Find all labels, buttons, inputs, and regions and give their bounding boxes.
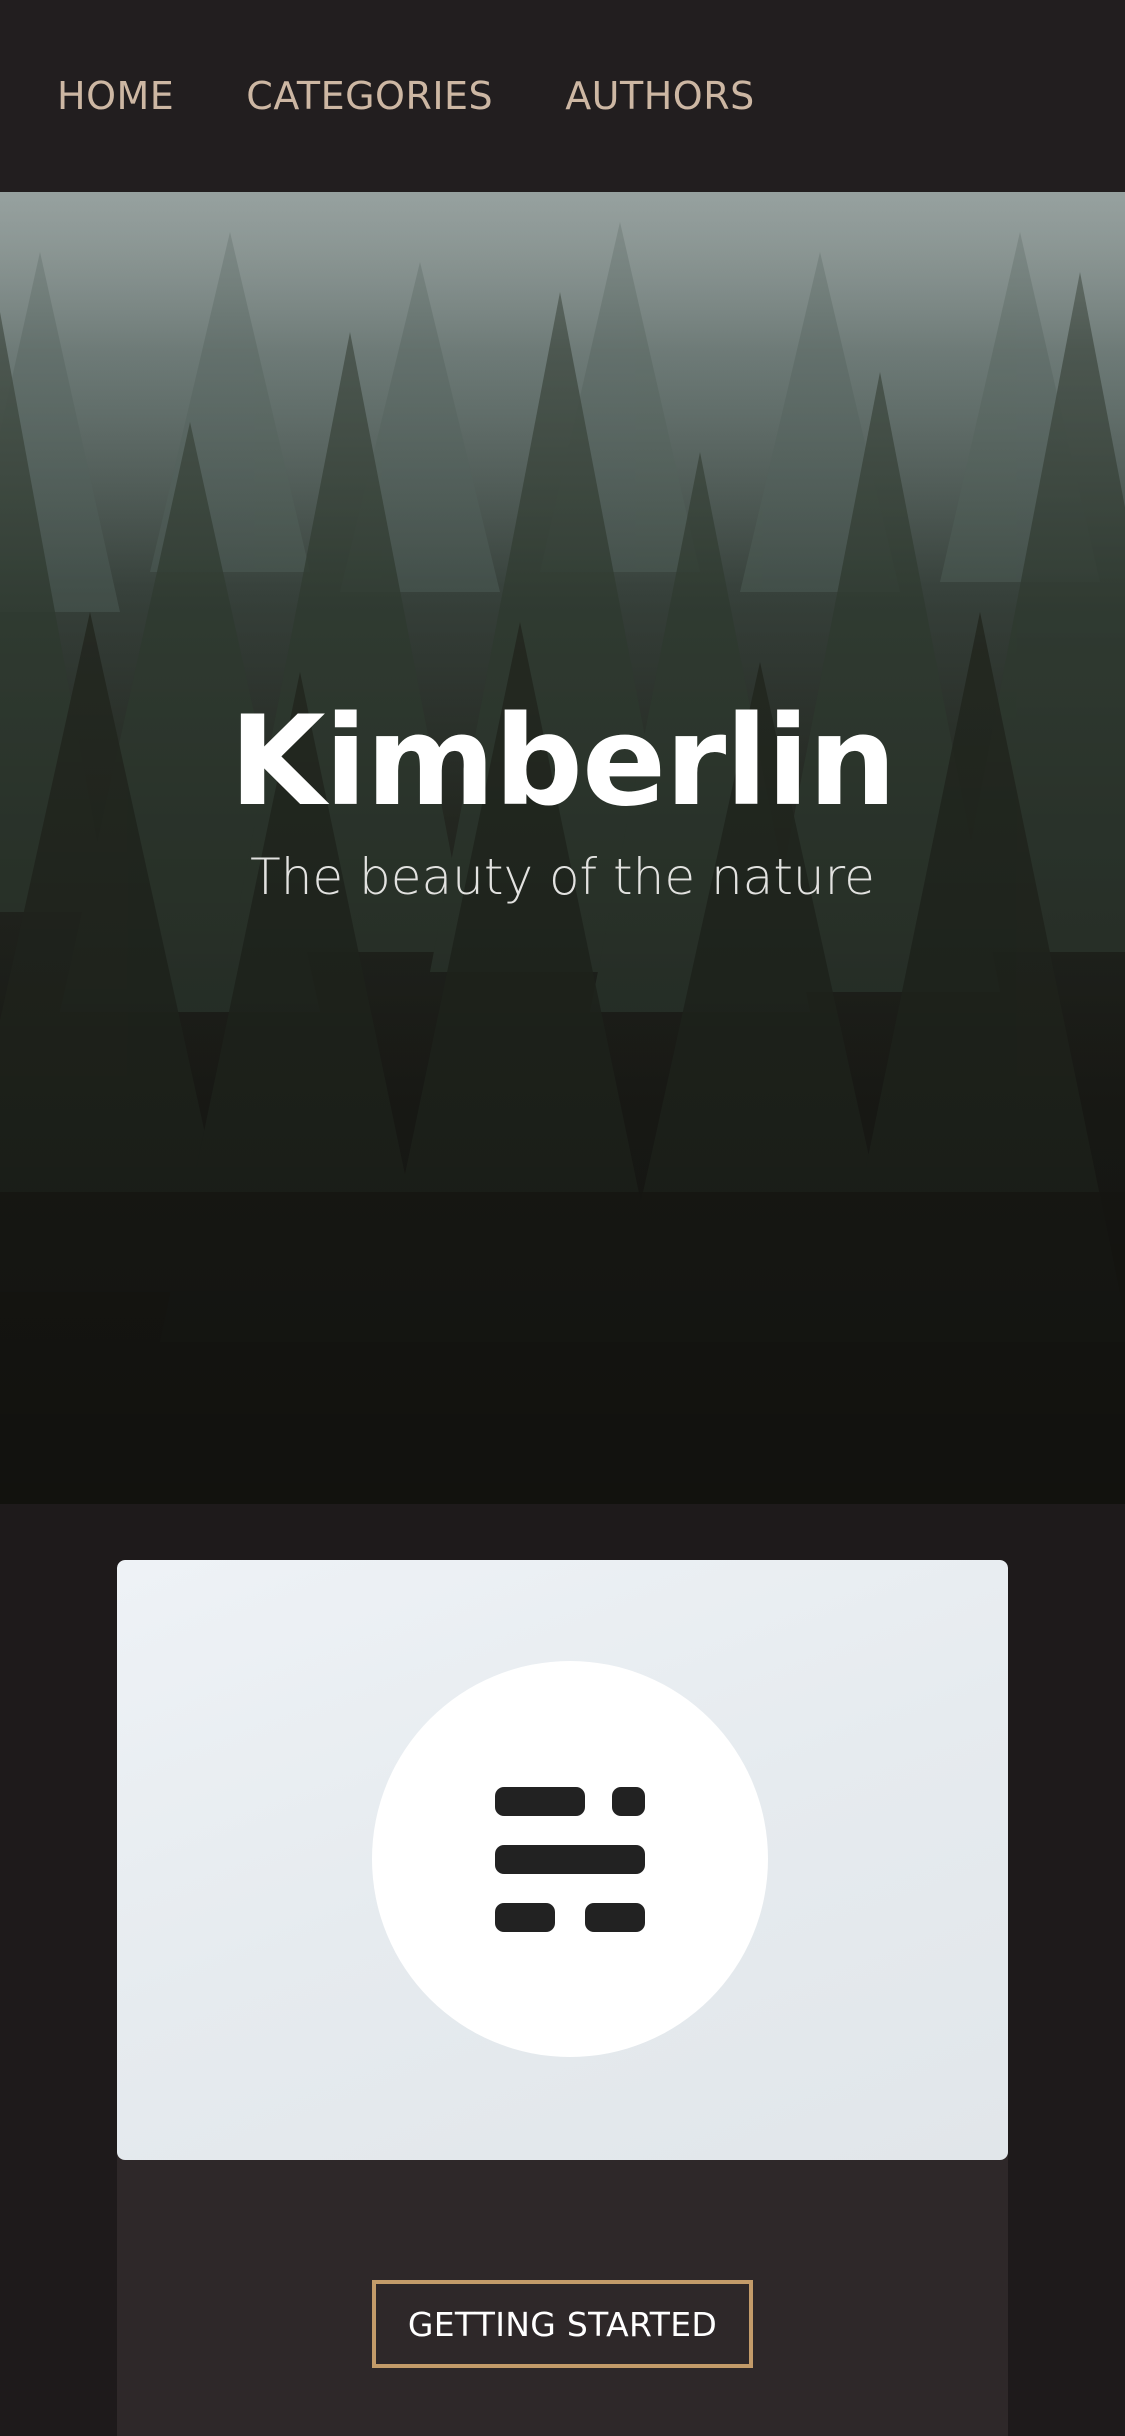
site-tagline: The beauty of the nature (250, 848, 875, 906)
page: HOME CATEGORIES AUTHORS Kimberlin The be… (0, 0, 1125, 2436)
menu-logo-icon (372, 1661, 768, 2057)
site-title: Kimberlin (229, 690, 896, 834)
card-image[interactable] (117, 1560, 1008, 2160)
nav-item-authors[interactable]: AUTHORS (565, 74, 755, 118)
nav-item-categories[interactable]: CATEGORIES (246, 74, 493, 118)
top-nav: HOME CATEGORIES AUTHORS (0, 0, 1125, 192)
feature-card: GETTING STARTED (117, 1560, 1008, 2436)
hero-banner: Kimberlin The beauty of the nature (0, 192, 1125, 1504)
nav-item-home[interactable]: HOME (57, 74, 174, 118)
getting-started-button[interactable]: GETTING STARTED (372, 2280, 753, 2368)
